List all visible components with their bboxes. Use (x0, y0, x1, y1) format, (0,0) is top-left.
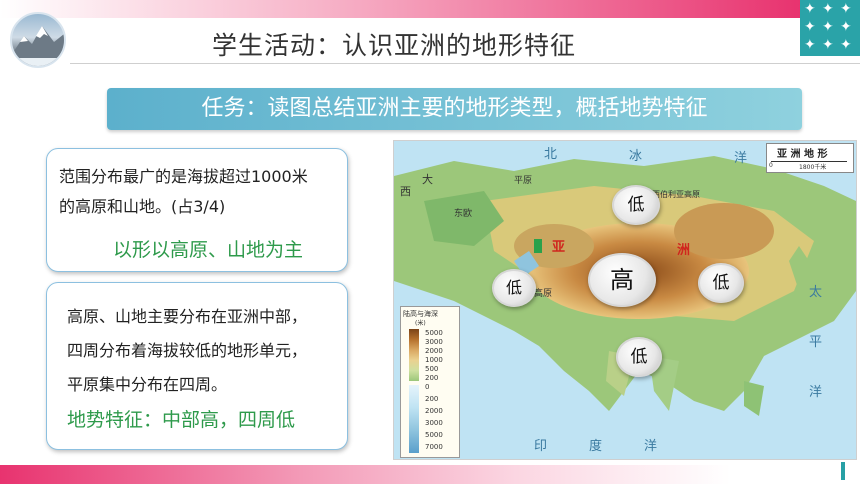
map-label: 平 (809, 335, 823, 350)
card-text-line: 平原集中分布在四周。 (67, 375, 228, 394)
map-label: 东欧 (454, 209, 473, 219)
map-label: 洋 (809, 385, 823, 400)
legend-unit: (米) (415, 320, 426, 327)
sparkle-icon: ✦ (840, 1, 852, 17)
map-label-red: 洲 (677, 243, 691, 258)
mountain-photo (10, 12, 66, 68)
legend-level: 5000 (425, 431, 443, 439)
legend-sea-swatch (409, 385, 419, 453)
map-legend: 陆高与海深 (米) 5000 3000 2000 1000 500 200 0 … (400, 306, 460, 458)
legend-level: 3000 (425, 419, 443, 427)
map-label: 太 (809, 285, 823, 300)
map-label: 西 (400, 185, 411, 198)
legend-level: 2000 (425, 407, 443, 415)
map-label: 度 (589, 439, 603, 454)
sparkle-icon: ✦ (822, 37, 834, 53)
map-label: 大 (422, 173, 433, 186)
terrain-bubble-center: 高 (588, 253, 656, 307)
card-highlight: 地势特征：中部高，四周低 (67, 409, 296, 431)
legend-level: 1000 (425, 356, 443, 364)
card-text-line: 高原、山地主要分布在亚洲中部， (67, 307, 308, 326)
terrain-bubble-north: 低 (612, 185, 660, 225)
card-text-line: 四周分布着海拔较低的地形单元， (67, 341, 308, 360)
bottom-teal-accent (841, 462, 845, 480)
map-label-red: 亚 (552, 240, 566, 255)
legend-level: 200 (425, 395, 439, 403)
legend-level: 200 (425, 374, 439, 382)
terrain-bubble-east: 低 (698, 263, 744, 303)
card-highlight: 以形以高原、山地为主 (113, 239, 304, 261)
map-title-box: 亚 洲 地 形 0 1800千米 (766, 143, 854, 173)
map-label: 洋 (644, 439, 658, 454)
scale-value: 1800千米 (799, 164, 827, 171)
card-text-line: 的高原和山地。(占3/4) (59, 197, 226, 216)
sparkle-icon: ✦ (804, 37, 816, 53)
sparkle-icon: ✦ (840, 37, 852, 53)
sparkle-icon: ✦ (822, 1, 834, 17)
terrain-bubble-west: 低 (492, 269, 536, 307)
title-divider (70, 63, 860, 64)
top-decorative-bar: ✦ ✦ ✦ ✦ ✦ ✦ ✦ ✦ ✦ (0, 0, 860, 56)
legend-level: 3000 (425, 338, 443, 346)
legend-land-swatch (409, 329, 419, 381)
asia-terrain-map: 亚 洲 地 形 0 1800千米 北 冰 洋 西 大 亚 洲 太 平 洋 印 度… (393, 140, 857, 460)
info-card-distribution: 范围分布最广的是海拔超过1000米 的高原和山地。(占3/4) 以形以高原、山地… (46, 148, 348, 272)
map-label: 北 (544, 147, 558, 162)
legend-level: 0 (425, 383, 430, 391)
legend-level: 7000 (425, 443, 443, 451)
legend-level: 2000 (425, 347, 443, 355)
sparkle-icon: ✦ (840, 19, 852, 35)
mountain-icon (12, 26, 64, 66)
page-title: 学生活动：认识亚洲的地形特征 (212, 31, 577, 60)
bottom-decorative-bar (0, 465, 860, 484)
map-label: 平原 (514, 176, 533, 186)
sparkle-icon: ✦ (804, 1, 816, 17)
top-gradient-stripe (0, 0, 800, 18)
scale-zero: 0 (769, 162, 773, 169)
top-right-teal-block: ✦ ✦ ✦ ✦ ✦ ✦ ✦ ✦ ✦ (800, 0, 860, 56)
info-card-terrain: 高原、山地主要分布在亚洲中部， 四周分布着海拔较低的地形单元， 平原集中分布在四… (46, 282, 348, 450)
map-label: 高原 (534, 289, 553, 299)
sparkle-icon: ✦ (822, 19, 834, 35)
map-label: 冰 (629, 149, 643, 164)
map-label: 印 (534, 439, 548, 454)
sparkle-icon: ✦ (804, 19, 816, 35)
legend-level: 5000 (425, 329, 443, 337)
map-label: 洋 (734, 151, 748, 166)
terrain-bubble-south: 低 (616, 337, 662, 377)
task-banner: 任务：读图总结亚洲主要的地形类型，概括地势特征 (107, 88, 802, 130)
legend-level: 500 (425, 365, 439, 373)
card-text-line: 范围分布最广的是海拔超过1000米 (59, 167, 308, 186)
